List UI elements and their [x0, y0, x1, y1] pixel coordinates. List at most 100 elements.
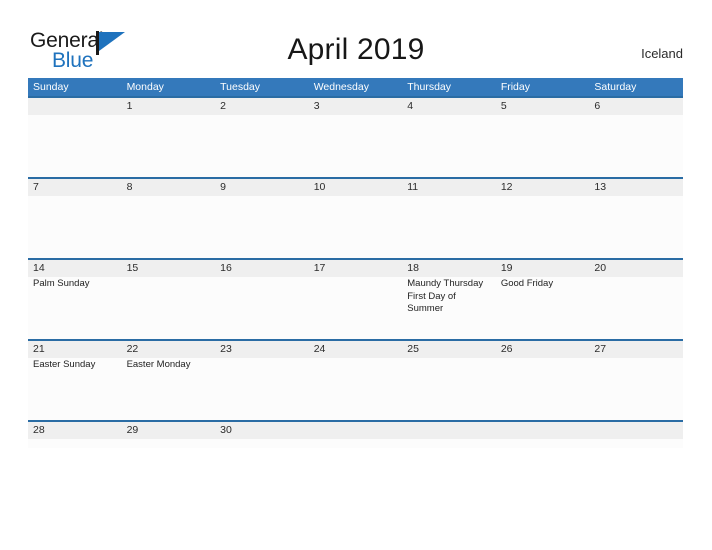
day-number: 22	[126, 343, 139, 355]
day-events: Maundy Thursday First Day of Summer	[407, 278, 484, 314]
day-events	[314, 439, 403, 440]
day-number: 23	[220, 343, 232, 355]
day-cell[interactable]: 11	[402, 179, 496, 258]
day-cell[interactable]: 4	[402, 98, 496, 177]
day-number: 16	[220, 262, 232, 274]
day-events	[314, 277, 403, 278]
day-cell[interactable]: 20	[589, 260, 683, 339]
day-events	[33, 439, 122, 440]
day-events	[594, 196, 683, 197]
day-number: 14	[33, 262, 45, 274]
day-number: 15	[126, 262, 139, 274]
day-cell[interactable]: 28	[28, 422, 122, 448]
day-cell[interactable]: 17	[309, 260, 403, 339]
day-number: 7	[33, 181, 39, 193]
day-number	[407, 422, 496, 439]
day-events	[220, 358, 309, 359]
day-of-week-sunday: Sunday	[33, 81, 69, 93]
day-cell[interactable]: 27	[589, 341, 683, 420]
day-events	[127, 115, 216, 116]
region-label: Iceland	[641, 46, 683, 61]
day-number: 29	[126, 424, 139, 436]
day-events: Palm Sunday	[33, 278, 90, 289]
day-cell[interactable]: 30	[215, 422, 309, 448]
day-events	[127, 196, 216, 197]
day-of-week-saturday: Saturday	[594, 81, 637, 93]
day-number: 20	[594, 262, 607, 274]
day-events	[407, 115, 496, 116]
calendar-week-row: 7 8 9 10 11 12 13	[28, 177, 683, 258]
day-cell[interactable]: 23	[215, 341, 309, 420]
day-cell[interactable]: 2	[215, 98, 309, 177]
day-number: 18	[407, 262, 419, 274]
day-of-week-friday: Friday	[500, 81, 530, 93]
day-number	[314, 422, 403, 439]
day-cell[interactable]	[309, 422, 403, 448]
day-of-week-monday: Monday	[126, 81, 164, 93]
day-events: Good Friday	[500, 278, 554, 289]
day-number: 11	[407, 181, 419, 193]
day-cell[interactable]: 9	[215, 179, 309, 258]
day-cell[interactable]	[402, 422, 496, 448]
day-events	[33, 115, 122, 116]
day-number: 27	[594, 343, 607, 355]
day-events	[501, 115, 590, 116]
day-cell[interactable]: 13	[589, 179, 683, 258]
day-number: 6	[594, 100, 601, 112]
day-events	[501, 358, 590, 359]
day-of-week-wednesday: Wednesday	[313, 81, 369, 93]
day-cell[interactable]: 25	[402, 341, 496, 420]
day-events	[594, 277, 683, 278]
day-cell[interactable]	[28, 98, 122, 177]
day-cell[interactable]: 5	[496, 98, 590, 177]
day-cell[interactable]: 14 Palm Sunday	[28, 260, 122, 339]
day-events	[127, 277, 216, 278]
day-cell[interactable]: 1	[122, 98, 216, 177]
page-header: General Blue April 2019 Iceland	[0, 0, 712, 78]
day-cell[interactable]: 12	[496, 179, 590, 258]
day-number: 24	[313, 343, 326, 355]
day-cell[interactable]: 18 Maundy Thursday First Day of Summer	[402, 260, 496, 339]
calendar-page: General Blue April 2019 Iceland Sunday M…	[0, 0, 712, 550]
day-cell[interactable]: 7	[28, 179, 122, 258]
day-cell[interactable]: 26	[496, 341, 590, 420]
day-number: 5	[500, 100, 507, 112]
calendar-grid: Sunday Monday Tuesday Wednesday Thursday…	[28, 78, 683, 448]
day-cell[interactable]: 21 Easter Sunday	[28, 341, 122, 420]
day-events	[407, 196, 496, 197]
day-cell[interactable]: 10	[309, 179, 403, 258]
day-number	[594, 422, 683, 439]
day-events	[407, 358, 496, 359]
day-events	[501, 196, 590, 197]
day-events	[407, 439, 496, 440]
day-cell[interactable]: 29	[122, 422, 216, 448]
day-events	[594, 115, 683, 116]
day-number: 2	[220, 100, 226, 112]
day-number: 26	[500, 343, 513, 355]
day-events	[594, 439, 683, 440]
day-cell[interactable]: 16	[215, 260, 309, 339]
day-cell[interactable]	[589, 422, 683, 448]
day-cell[interactable]: 19 Good Friday	[496, 260, 590, 339]
day-cell[interactable]: 8	[122, 179, 216, 258]
day-cell[interactable]: 3	[309, 98, 403, 177]
day-number: 13	[594, 181, 607, 193]
day-cell[interactable]: 15	[122, 260, 216, 339]
day-events	[33, 196, 122, 197]
day-events	[220, 277, 309, 278]
calendar-week-row: 28 29 30	[28, 420, 683, 448]
day-number: 3	[313, 100, 320, 112]
day-number	[501, 422, 590, 439]
day-cell[interactable]	[496, 422, 590, 448]
day-cell[interactable]: 6	[589, 98, 683, 177]
day-cell[interactable]: 24	[309, 341, 403, 420]
day-number: 10	[313, 181, 326, 193]
day-number: 19	[500, 262, 513, 274]
day-events: Easter Monday	[126, 359, 191, 370]
day-number: 1	[126, 100, 133, 112]
day-events: Easter Sunday	[33, 359, 96, 370]
day-number: 8	[126, 181, 133, 193]
day-number: 30	[220, 424, 232, 436]
day-cell[interactable]: 22 Easter Monday	[122, 341, 216, 420]
day-number: 17	[313, 262, 326, 274]
